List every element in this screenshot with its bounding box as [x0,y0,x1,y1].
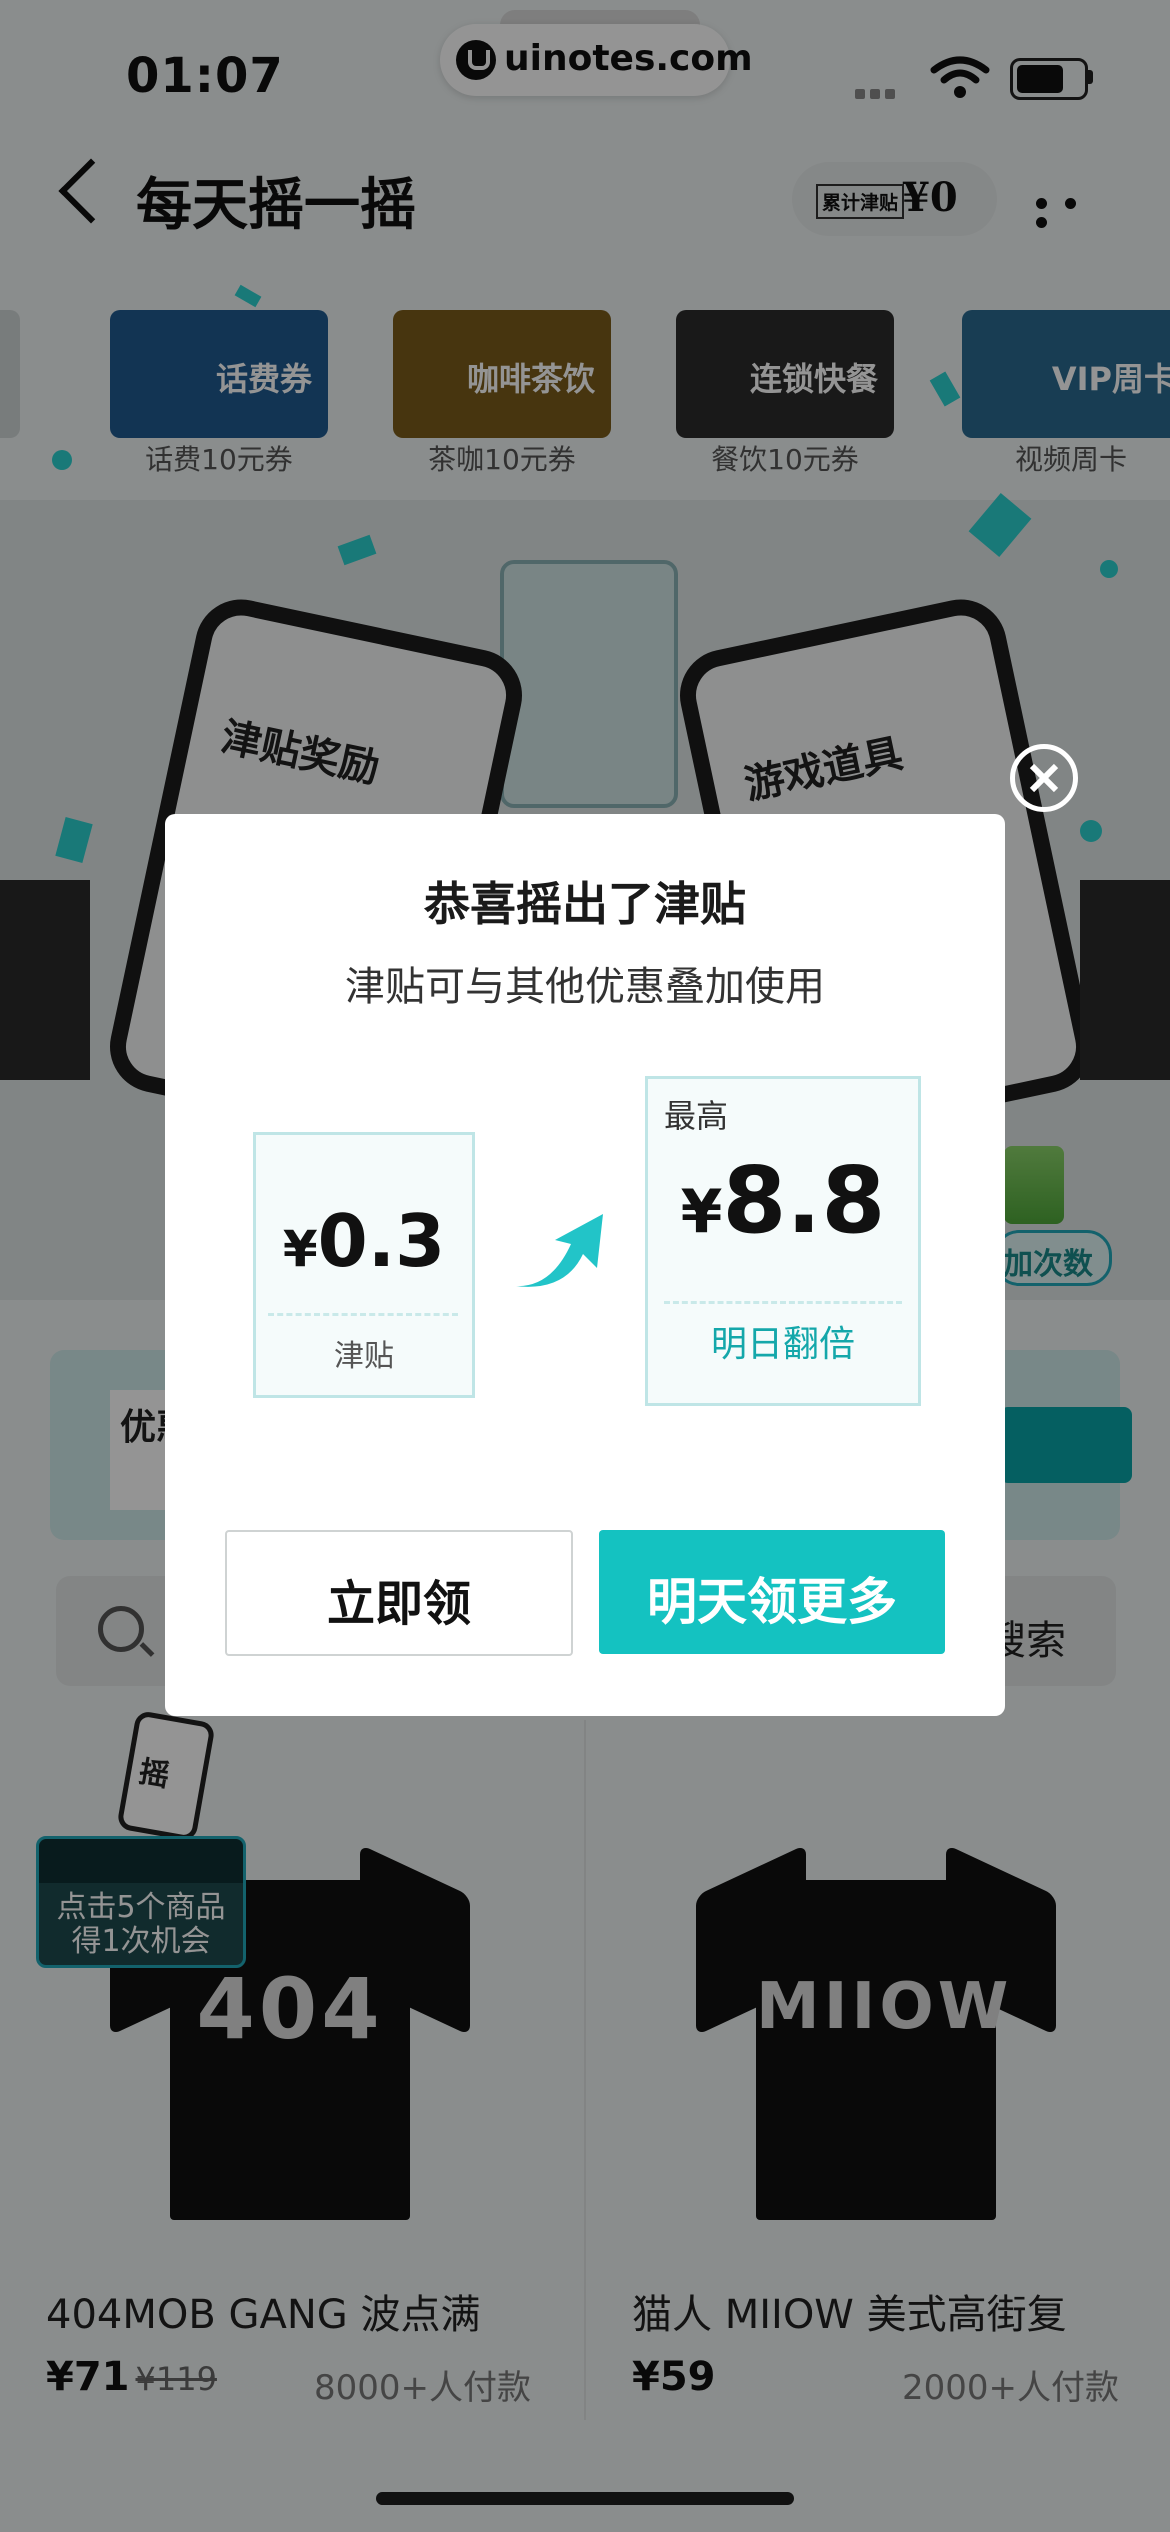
arrow-up-icon [515,1214,603,1287]
current-subsidy-value: ¥0.3 [282,1199,446,1283]
max-subsidy-label: 明日翻倍 [710,1324,855,1365]
current-subsidy-card: ¥0.3 津贴 [253,1132,475,1398]
max-subsidy-value: ¥8.8 [680,1147,886,1254]
max-subsidy-card: 最高 ¥8.8 明日翻倍 [645,1076,921,1406]
claim-more-tomorrow-button[interactable]: 明天领更多 [599,1530,945,1654]
claim-now-button[interactable]: 立即领 [225,1530,573,1656]
home-indicator[interactable] [376,2492,794,2505]
claim-more-label: 明天领更多 [647,1573,897,1631]
claim-now-label: 立即领 [326,1576,471,1632]
modal-title: 恭喜摇出了津贴 [424,877,746,931]
current-subsidy-label: 津贴 [334,1339,394,1374]
modal-subtitle: 津贴可与其他优惠叠加使用 [345,964,825,1010]
close-icon[interactable] [1010,744,1078,812]
subsidy-result-modal: 恭喜摇出了津贴 津贴可与其他优惠叠加使用 ¥0.3 津贴 最高 ¥8.8 明日翻… [165,814,1005,1716]
max-subsidy-top-label: 最高 [664,1097,729,1135]
